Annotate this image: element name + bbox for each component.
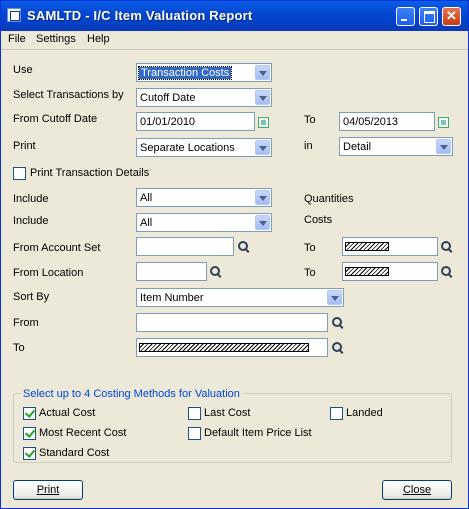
chevron-down-icon[interactable]: [255, 65, 270, 80]
from-label: From: [13, 317, 39, 329]
search-icon[interactable]: [441, 266, 453, 278]
search-icon[interactable]: [210, 266, 222, 278]
calendar-icon[interactable]: [258, 117, 269, 128]
report-window: SAMLTD - I/C Item Valuation Report File …: [0, 0, 469, 509]
from-cutoff-label: From Cutoff Date: [13, 113, 98, 125]
most-recent-cost-label[interactable]: Most Recent Cost: [39, 427, 126, 439]
actual-cost-checkbox[interactable]: [23, 407, 36, 420]
title-bar[interactable]: SAMLTD - I/C Item Valuation Report: [1, 1, 468, 31]
sort-by-value: Item Number: [140, 292, 204, 304]
menu-file[interactable]: File: [8, 33, 26, 45]
print-select[interactable]: Separate Locations: [136, 138, 272, 157]
select-by-select[interactable]: Cutoff Date: [136, 88, 272, 107]
print-label: Print: [13, 140, 36, 152]
use-select[interactable]: Transaction Costs: [136, 63, 272, 82]
from-cutoff-field[interactable]: 01/01/2010: [136, 112, 255, 131]
include-cost-label: Include: [13, 215, 49, 227]
select-by-label: Select Transactions by: [13, 89, 124, 101]
menu-settings[interactable]: Settings: [36, 33, 76, 45]
costing-methods-title: Select up to 4 Costing Methods for Valua…: [21, 388, 242, 400]
include-qty-value: All: [140, 192, 153, 204]
in-select[interactable]: Detail: [339, 137, 453, 156]
costs-label: Costs: [304, 214, 333, 226]
print-details-label[interactable]: Print Transaction Details: [30, 167, 149, 179]
search-icon[interactable]: [441, 241, 453, 253]
to-item-label: To: [13, 342, 25, 354]
quantities-label: Quantities: [304, 193, 354, 205]
chevron-down-icon[interactable]: [255, 140, 270, 155]
standard-cost-label[interactable]: Standard Cost: [39, 447, 109, 459]
to-cutoff-label: To: [304, 114, 316, 126]
menu-help[interactable]: Help: [87, 33, 110, 45]
chevron-down-icon[interactable]: [436, 139, 451, 154]
landed-label[interactable]: Landed: [346, 407, 383, 419]
actual-cost-label[interactable]: Actual Cost: [39, 407, 95, 419]
from-item-field[interactable]: [136, 313, 328, 332]
last-cost-label[interactable]: Last Cost: [204, 407, 250, 419]
chevron-down-icon[interactable]: [255, 90, 270, 105]
close-window-button[interactable]: [442, 7, 461, 26]
include-qty-label: Include: [13, 193, 49, 205]
calendar-icon[interactable]: [438, 117, 449, 128]
app-icon: [7, 8, 21, 22]
last-cost-checkbox[interactable]: [188, 407, 201, 420]
window-title: SAMLTD - I/C Item Valuation Report: [27, 8, 253, 23]
to-cutoff-value: 04/05/2013: [343, 116, 399, 128]
sort-by-select[interactable]: Item Number: [136, 288, 344, 307]
default-price-list-label[interactable]: Default Item Price List: [204, 427, 312, 439]
in-value: Detail: [343, 141, 372, 153]
max-value-hatch: [345, 267, 389, 276]
to-location-label: To: [304, 267, 316, 279]
to-location-field[interactable]: [342, 262, 438, 281]
max-value-hatch: [139, 343, 309, 352]
in-label: in: [304, 140, 313, 152]
to-cutoff-field[interactable]: 04/05/2013: [339, 112, 435, 131]
from-location-field[interactable]: [136, 262, 207, 281]
landed-checkbox[interactable]: [330, 407, 343, 420]
close-button-label: Close: [402, 484, 432, 496]
minimize-button[interactable]: [396, 7, 415, 26]
select-by-value: Cutoff Date: [140, 92, 196, 104]
from-account-field[interactable]: [136, 237, 234, 256]
standard-cost-checkbox[interactable]: [23, 447, 36, 460]
from-location-label: From Location: [13, 267, 84, 279]
from-account-label: From Account Set: [13, 242, 101, 254]
search-icon[interactable]: [238, 241, 250, 253]
print-value: Separate Locations: [140, 142, 235, 154]
chevron-down-icon[interactable]: [255, 215, 270, 230]
to-item-field[interactable]: [136, 338, 328, 357]
max-value-hatch: [345, 242, 389, 251]
close-button[interactable]: Close: [382, 480, 452, 500]
to-account-label: To: [304, 242, 316, 254]
print-button[interactable]: Print: [13, 480, 83, 500]
default-price-list-checkbox[interactable]: [188, 427, 201, 440]
include-qty-select[interactable]: All: [136, 188, 272, 207]
most-recent-cost-checkbox[interactable]: [23, 427, 36, 440]
chevron-down-icon[interactable]: [327, 290, 342, 305]
search-icon[interactable]: [332, 317, 344, 329]
chevron-down-icon[interactable]: [255, 190, 270, 205]
include-cost-value: All: [140, 217, 153, 229]
include-cost-select[interactable]: All: [136, 213, 272, 232]
use-label: Use: [13, 64, 33, 76]
print-button-label: Print: [36, 484, 60, 496]
menu-bar: File Settings Help: [1, 31, 468, 50]
maximize-button[interactable]: [419, 7, 438, 26]
from-cutoff-value: 01/01/2010: [140, 116, 196, 128]
print-details-checkbox[interactable]: [13, 167, 26, 180]
to-account-field[interactable]: [342, 237, 438, 256]
use-value: Transaction Costs: [137, 66, 233, 80]
sort-by-label: Sort By: [13, 291, 50, 303]
search-icon[interactable]: [332, 342, 344, 354]
